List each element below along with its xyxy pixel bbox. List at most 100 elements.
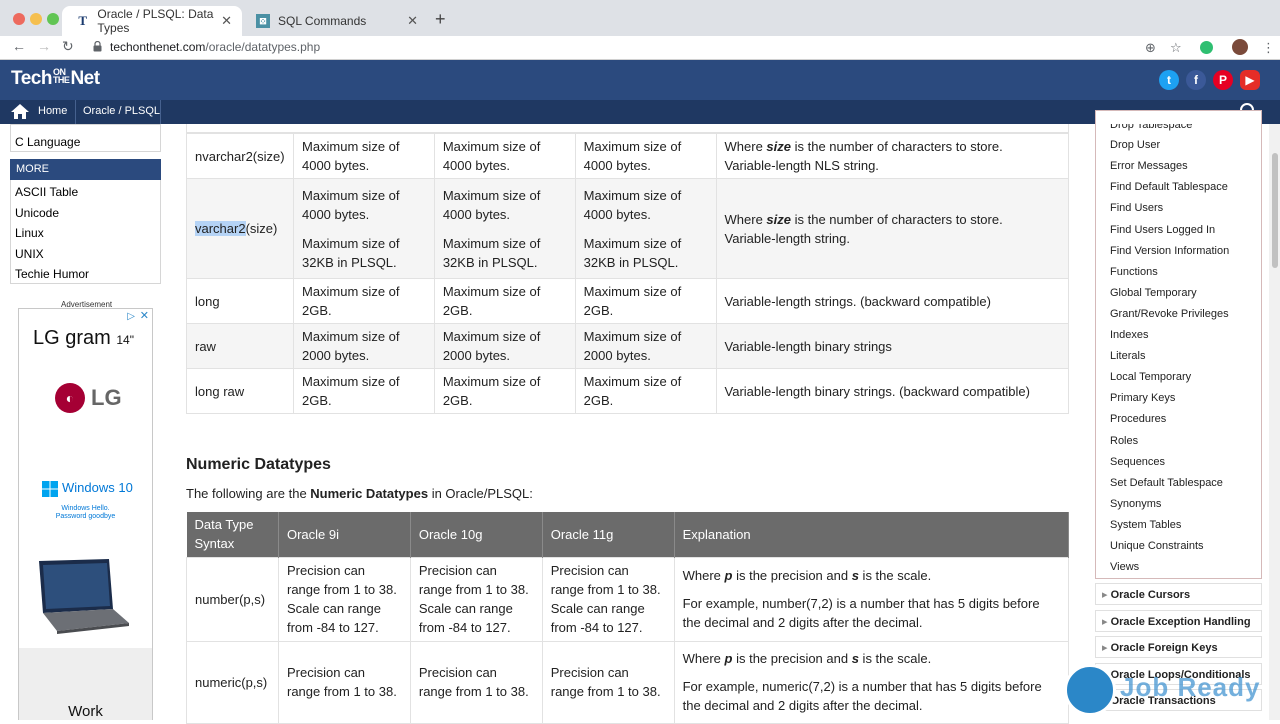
oracle9i-cell: Maximum size of 2GB.: [292, 368, 435, 414]
address-bar: ← → ↻ techonthenet.com/oracle/datatypes.…: [0, 36, 1280, 60]
right-nav-item[interactable]: Grant/Revoke Privileges: [1110, 308, 1229, 320]
minimize-window-button[interactable]: [30, 13, 42, 25]
numeric-intro: The following are the Numeric Datatypes …: [186, 486, 533, 501]
syntax-cell: raw: [186, 323, 294, 369]
col-header-oracle10g: Oracle 10g: [410, 512, 543, 557]
right-nav-item[interactable]: Drop User: [1110, 139, 1160, 151]
selected-text: varchar2: [195, 221, 246, 236]
right-nav-item[interactable]: Indexes: [1110, 329, 1149, 341]
forward-arrow-icon[interactable]: →: [37, 38, 51, 54]
nav-oracle-plsql[interactable]: Oracle / PLSQL: [83, 105, 160, 117]
right-nav-item[interactable]: Global Temporary: [1110, 287, 1197, 299]
ad-close-icon[interactable]: ✕: [140, 309, 149, 322]
oracle11g-cell: Maximum size of 2GB.: [574, 278, 717, 324]
site-nav: Home Oracle / PLSQL: [0, 100, 1280, 124]
col-header-syntax: Data Type Syntax: [186, 512, 279, 557]
table-row: number(p,s) Precision can range from 1 to…: [186, 556, 1070, 642]
right-category-item[interactable]: ▸ Oracle Cursors: [1095, 583, 1262, 605]
url-input[interactable]: techonthenet.com/oracle/datatypes.php: [110, 40, 320, 54]
techonthenet-favicon-icon: T: [78, 13, 88, 28]
oracle9i-cell: Maximum size of 2GB.: [292, 278, 435, 324]
oracle10g-cell: Maximum size of 4000 bytes.: [433, 133, 576, 179]
left-item-unicode[interactable]: Unicode: [15, 206, 59, 220]
left-item-c-language[interactable]: C Language: [15, 135, 80, 149]
right-nav-item[interactable]: Find Default Tablespace: [1110, 181, 1228, 193]
new-tab-icon[interactable]: +: [435, 9, 446, 30]
sql-favicon-icon: ⊠: [256, 14, 270, 28]
right-nav-item[interactable]: Unique Constraints: [1110, 540, 1204, 552]
facebook-icon[interactable]: f: [1186, 70, 1206, 90]
left-item-linux[interactable]: Linux: [15, 226, 44, 240]
syntax-cell: long raw: [186, 368, 294, 414]
reload-icon[interactable]: ↻: [62, 38, 74, 55]
right-nav-item[interactable]: Views: [1110, 561, 1139, 573]
right-nav-item[interactable]: Functions: [1110, 266, 1158, 278]
browser-menu-icon[interactable]: ⋮: [1262, 40, 1275, 56]
windows-logo-icon: [42, 481, 58, 497]
left-item-unix[interactable]: UNIX: [15, 247, 44, 261]
oracle9i-cell: Precision can range from 1 to 38. Scale ca…: [277, 556, 411, 642]
youtube-icon[interactable]: ▶: [1240, 70, 1260, 90]
right-nav-item[interactable]: Find Users: [1110, 202, 1163, 214]
back-arrow-icon[interactable]: ←: [12, 38, 26, 54]
password-goodbye-text: Password goodbye: [55, 513, 116, 520]
ad-brand-text: LG gram: [33, 327, 111, 349]
table-header-row: Data Type Syntax Oracle 9i Oracle 10g Ora…: [186, 512, 1070, 557]
expand-arrow-icon: ▸: [1102, 642, 1111, 654]
right-nav-item[interactable]: Procedures: [1110, 413, 1166, 425]
browser-tab-bar: T Oracle / PLSQL: Data Types ✕ ⊠ SQL Com…: [0, 0, 1280, 36]
site-header: TechON THENet t f P ▶: [0, 60, 1280, 100]
numeric-datatypes-heading: Numeric Datatypes: [186, 456, 331, 473]
category-label: Oracle Cursors: [1110, 589, 1191, 601]
lg-logo-text: LG: [91, 385, 122, 410]
tab-sql-commands[interactable]: ⊠ SQL Commands ✕: [242, 6, 428, 36]
right-nav-item[interactable]: Roles: [1110, 435, 1138, 447]
adchoices-icon[interactable]: ▷: [127, 311, 135, 322]
left-item-ascii[interactable]: ASCII Table: [15, 185, 78, 199]
nav-home[interactable]: Home: [38, 105, 67, 117]
right-nav-item[interactable]: System Tables: [1110, 519, 1181, 531]
twitter-icon[interactable]: t: [1159, 70, 1179, 90]
col-header-oracle9i: Oracle 9i: [278, 512, 411, 557]
explanation-cell: Where size is the number of characters t…: [715, 178, 1070, 279]
table-row: nvarchar2(size) Maximum size of 4000 byte…: [186, 133, 1070, 179]
syntax-cell: long: [186, 278, 294, 324]
table-row: numeric(p,s) Precision can range from 1 t…: [186, 640, 1070, 724]
pinterest-icon[interactable]: P: [1213, 70, 1233, 90]
table-row-partial: [186, 124, 1069, 133]
scrollbar-thumb[interactable]: [1272, 153, 1278, 268]
left-item-techie-humor[interactable]: Techie Humor: [15, 267, 89, 281]
right-category-item[interactable]: ▸ Oracle Foreign Keys: [1095, 636, 1262, 658]
right-nav-item[interactable]: Find Users Logged In: [1110, 224, 1215, 236]
right-nav-item[interactable]: Drop Tablespace: [1110, 124, 1192, 132]
site-logo[interactable]: TechON THENet: [11, 68, 100, 90]
right-nav-item[interactable]: Error Messages: [1110, 160, 1188, 172]
right-nav-item[interactable]: Primary Keys: [1110, 392, 1175, 404]
explanation-cell: Variable-length strings. (backward compa…: [715, 278, 1070, 324]
right-nav-item[interactable]: Local Temporary: [1110, 371, 1191, 383]
tab-datatypes[interactable]: T Oracle / PLSQL: Data Types ✕: [62, 6, 242, 36]
right-nav-item[interactable]: Set Default Tablespace: [1110, 477, 1223, 489]
extension-icon[interactable]: [1200, 41, 1213, 54]
table-row: varchar2(size) Maximum size of 4000 bytes…: [186, 178, 1070, 279]
right-nav-item[interactable]: Literals: [1110, 350, 1145, 362]
ad-work-text: Work: [68, 703, 103, 720]
maximize-window-button[interactable]: [47, 13, 59, 25]
right-nav-item[interactable]: Synonyms: [1110, 498, 1161, 510]
home-icon[interactable]: [10, 103, 30, 120]
right-nav-item[interactable]: Find Version Information: [1110, 245, 1229, 257]
explanation-cell: Where p is the precision and s is the sc…: [673, 556, 1070, 642]
zoom-icon[interactable]: ⊕: [1145, 40, 1156, 56]
oracle9i-cell: Precision can range from 1 to 38.: [277, 640, 411, 724]
bookmark-star-icon[interactable]: ☆: [1170, 40, 1182, 56]
close-window-button[interactable]: [13, 13, 25, 25]
close-tab-icon[interactable]: ✕: [221, 13, 232, 29]
right-category-item[interactable]: ▸ Oracle Exception Handling: [1095, 609, 1262, 632]
close-tab-icon[interactable]: ✕: [407, 13, 418, 29]
oracle11g-cell: Precision can range from 1 to 38. Scale ca…: [541, 556, 675, 642]
oracle10g-cell: Maximum size of 2GB.: [433, 368, 576, 414]
laptop-image: [39, 559, 129, 634]
profile-avatar[interactable]: [1232, 39, 1248, 55]
right-nav-item[interactable]: Sequences: [1110, 456, 1165, 468]
oracle9i-cell: Maximum size of 4000 bytes. Maximum size o…: [292, 178, 435, 279]
